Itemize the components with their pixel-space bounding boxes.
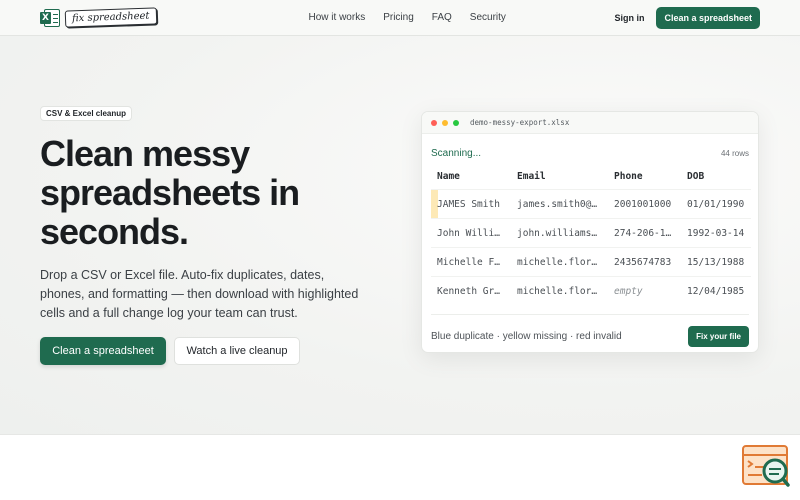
nav-link-how-it-works[interactable]: How it works [309,12,366,23]
hero-subtext: Drop a CSV or Excel file. Auto-fix dupli… [40,268,359,320]
spreadsheet-search-icon[interactable] [742,444,790,488]
window-maximize-dot-icon [453,119,459,126]
table-cell: michelle.flores@example.com [511,247,608,277]
table-cell: Kenneth Green [431,276,511,306]
table-row: Kenneth Green michelle.flores@example.co… [431,276,751,306]
demo-table: Name Email Phone DOB JAMES Smith james.s… [431,171,751,306]
demo-filename: demo-messy-export.xlsx [470,118,570,127]
table-cell: 15/13/1988 [681,247,751,277]
window-close-dot-icon [431,119,437,126]
table-header-row: Name Email Phone DOB [431,171,751,190]
scan-status-row: Scanning... 44 rows [422,148,758,159]
column-header-name: Name [437,171,460,182]
nav-link-security[interactable]: Security [470,12,506,23]
table-cell: Michelle Flores [431,247,511,277]
nav-link-pricing[interactable]: Pricing [383,12,414,23]
nav-links: How it works Pricing FAQ Security [309,12,506,23]
table-cell: John Williams [431,218,511,248]
lower-section [0,434,800,500]
highlight-legend: Blue duplicate · yellow missing · red in… [431,331,622,342]
nav-clean-spreadsheet-button[interactable]: Clean a spreadsheet [656,6,760,29]
table-cell: 2435674783 [608,247,681,277]
sign-in-link[interactable]: Sign in [614,13,644,23]
excel-icon: X [40,8,60,28]
hero-tag: CSV & Excel cleanup [40,106,133,121]
hero-headline: Clean messy spreadsheets in seconds. [40,133,300,252]
demo-card-footer: Blue duplicate · yellow missing · red in… [431,314,749,347]
table-row: John Williams john.williams@example.com … [431,218,751,248]
table-cell: 01/01/1990 [681,189,751,219]
scan-status: Scanning... [431,148,482,159]
row-count: 44 rows [720,149,749,158]
brand-logo[interactable]: X fix spreadsheet [40,7,157,28]
nav-link-faq[interactable]: FAQ [432,12,452,23]
window-titlebar: demo-messy-export.xlsx [422,112,758,134]
table-cell-empty: empty [608,276,681,306]
window-minimize-dot-icon [442,119,448,126]
table-cell: michelle.flores@example.com [511,276,608,306]
top-nav: X fix spreadsheet How it works Pricing F… [0,0,800,36]
column-header-email: Email [517,171,546,182]
table-cell: john.williams@example.com [511,218,608,248]
table-row: Michelle Flores michelle.flores@example.… [431,247,751,277]
clean-spreadsheet-button[interactable]: Clean a spreadsheet [40,337,166,365]
column-header-dob: DOB [687,171,705,182]
column-header-phone: Phone [614,171,643,182]
fix-your-file-button[interactable]: Fix your file [688,326,749,347]
watch-live-cleanup-button[interactable]: Watch a live cleanup [174,337,300,365]
table-cell: 12/04/1985 [681,276,751,306]
nav-actions: Sign in Clean a spreadsheet [614,6,760,29]
logo-wordmark: fix spreadsheet [64,7,157,28]
demo-preview-card: demo-messy-export.xlsx Scanning... 44 ro… [421,111,759,353]
table-cell: james.smith0@example.com [511,189,608,219]
table-row: JAMES Smith james.smith0@example.com 200… [431,189,751,219]
table-cell: 1992-03-14 [681,218,751,248]
table-cell: 274-206-1234 [608,218,681,248]
table-cell: 2001001000 [608,189,681,219]
table-cell: JAMES Smith [431,189,511,219]
